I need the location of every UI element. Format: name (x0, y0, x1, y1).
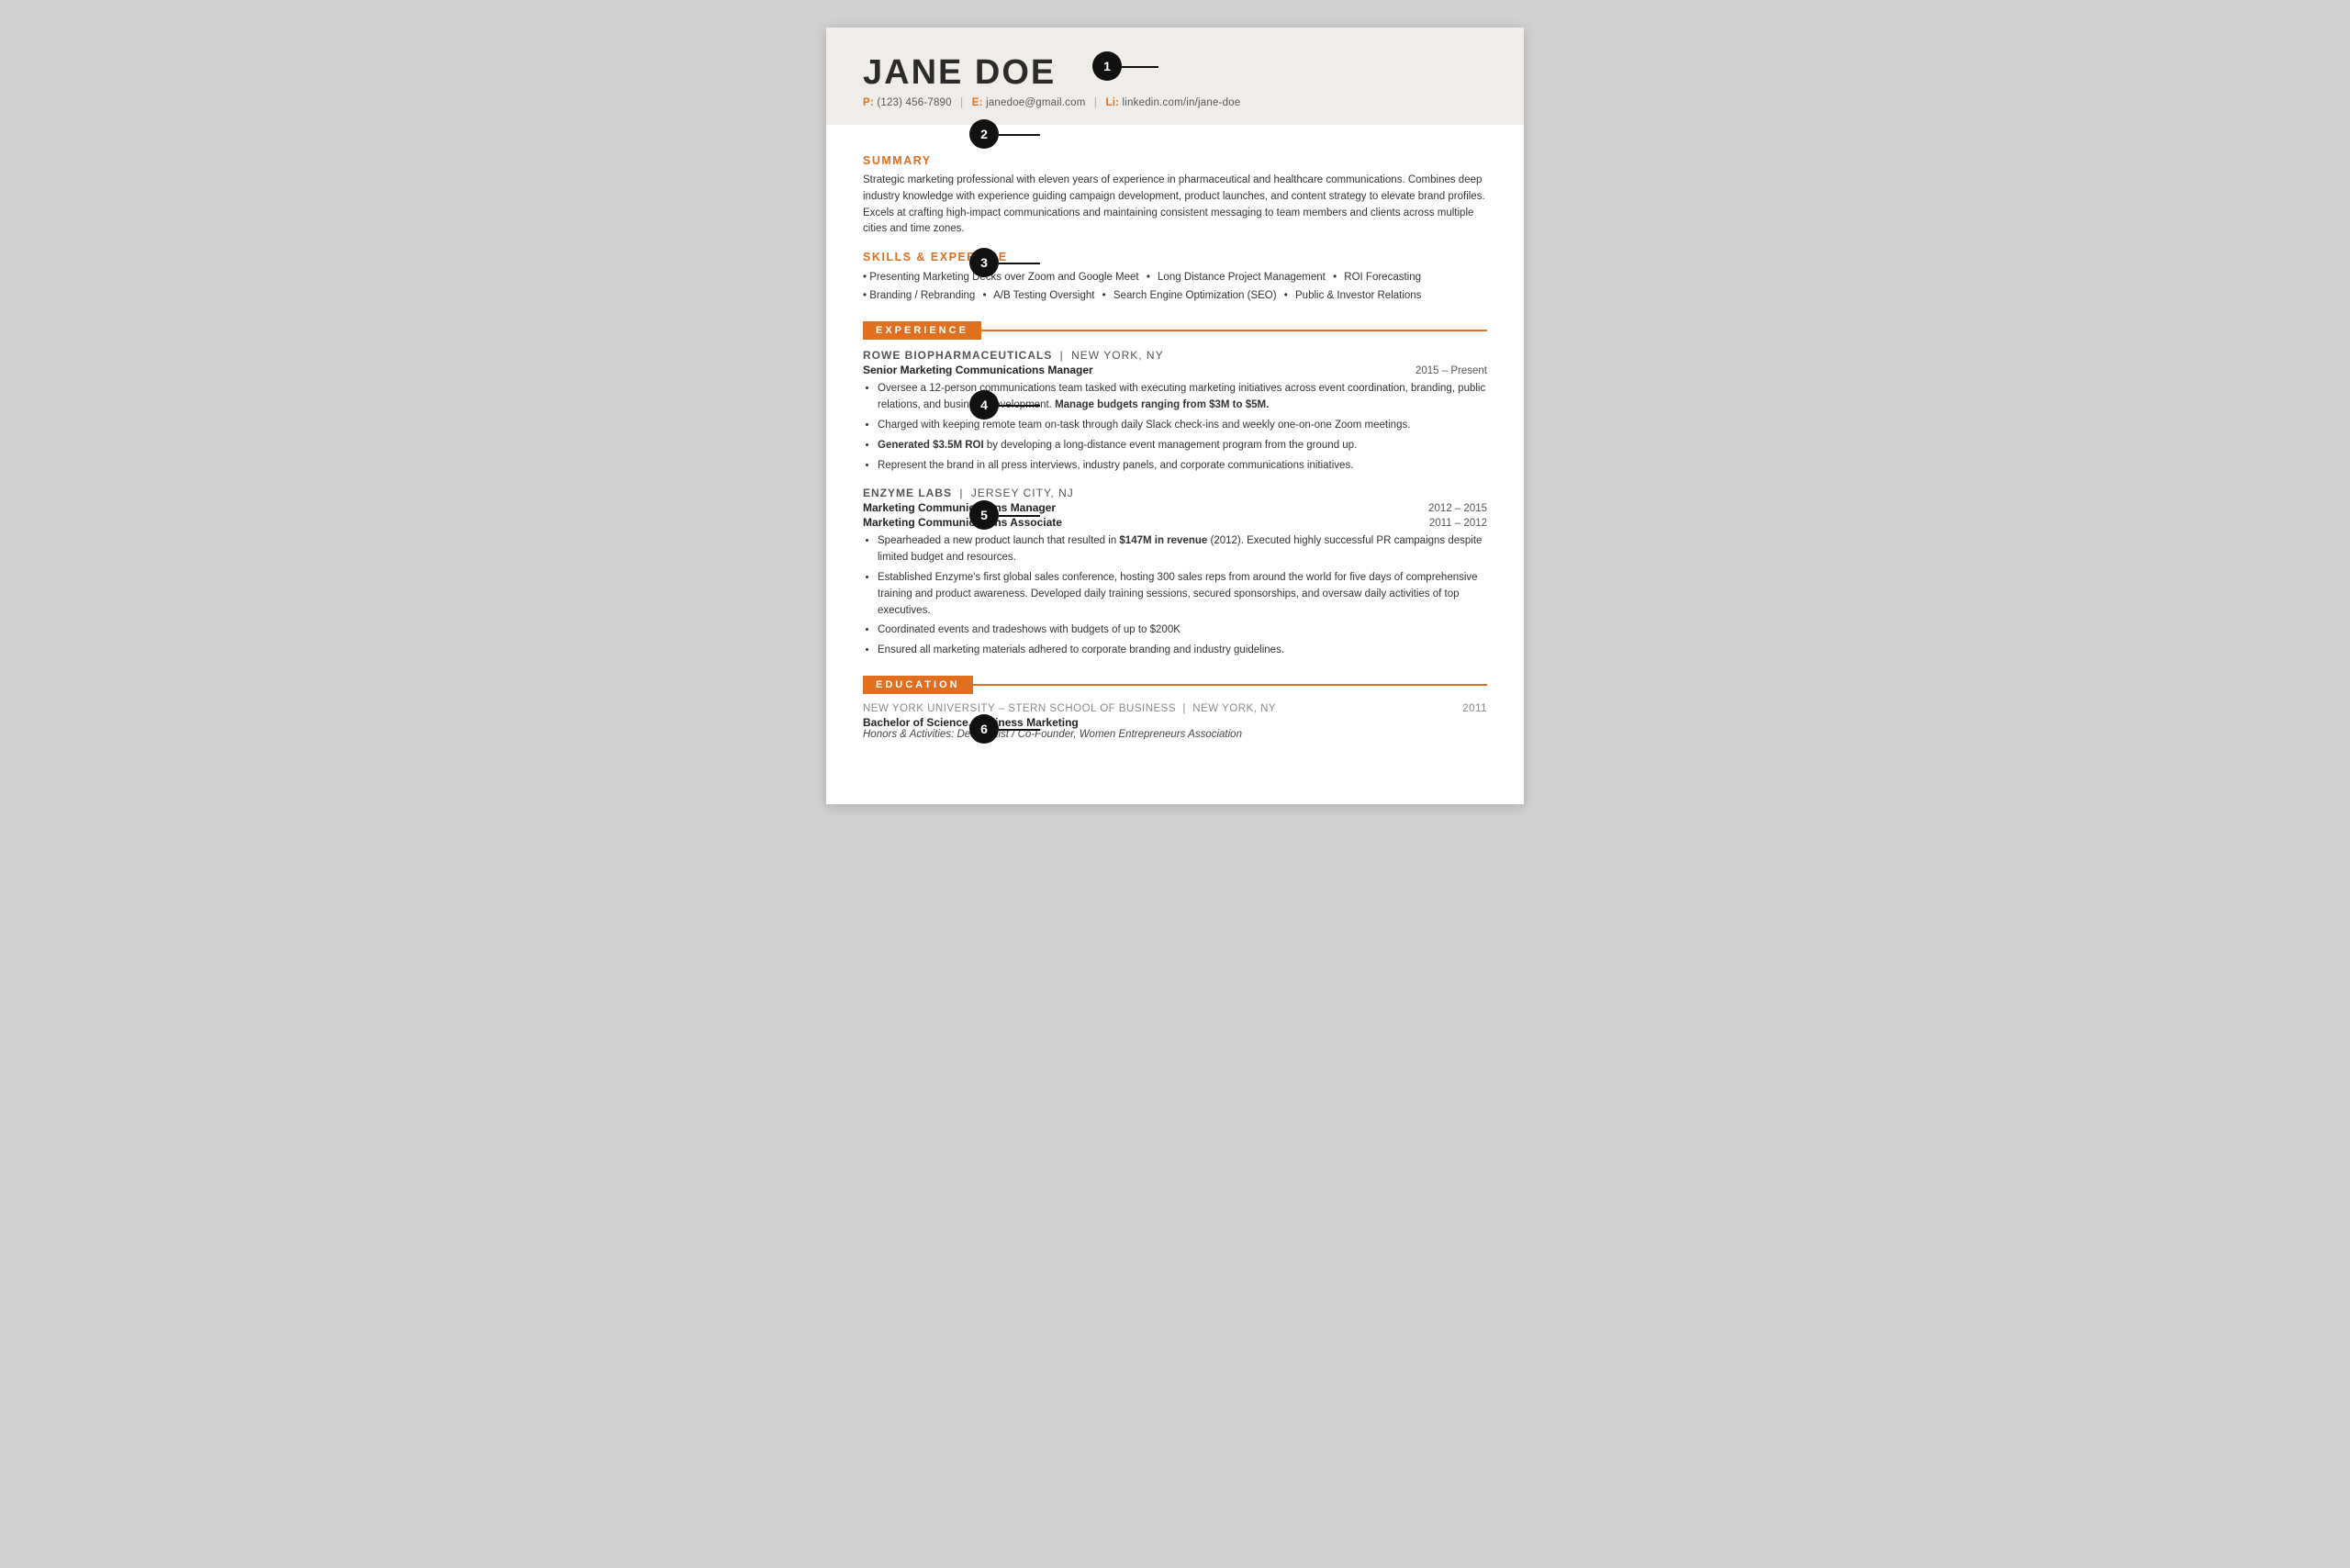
phone-value: (123) 456-7890 (877, 97, 951, 108)
annotation-1: 1 (1092, 51, 1122, 81)
bullets-job1: Oversee a 12-person communications team … (878, 381, 1487, 474)
edu-honors: Honors & Activities: Dean's List / Co-Fo… (863, 729, 1487, 740)
bullet-j2-1: Spearheaded a new product launch that re… (878, 533, 1487, 566)
role-row-2b: Marketing Communications Associate 2011 … (863, 516, 1487, 529)
company-1: ROWE BIOPHARMACEUTICALS | New York, NY (863, 349, 1487, 362)
ann2-line (999, 134, 1040, 136)
bullet-j1-2: Charged with keeping remote team on-task… (878, 418, 1487, 434)
role-row-2a: Marketing Communications Manager 2012 – … (863, 501, 1487, 514)
ann4-line (999, 405, 1040, 407)
experience-heading: EXPERIENCE (863, 321, 981, 340)
email-value: janedoe@gmail.com (986, 97, 1085, 108)
resume-header: JANE DOE P: (123) 456-7890 | E: janedoe@… (826, 28, 1524, 125)
summary-heading: SUMMARY (863, 154, 1487, 167)
bullet-j1-4: Represent the brand in all press intervi… (878, 458, 1487, 475)
education-bar: EDUCATION (863, 676, 1487, 694)
edu-year: 2011 (1462, 703, 1487, 714)
role-row-1: Senior Marketing Communications Manager … (863, 364, 1487, 376)
ann3-line (999, 263, 1040, 264)
education-bar-line (973, 684, 1487, 686)
education-heading: EDUCATION (863, 676, 973, 694)
skills-heading: SKILLS & EXPERTISE (863, 251, 1487, 263)
annotation-4: 4 (969, 390, 999, 420)
bullet-j1-3: Generated $3.5M ROI by developing a long… (878, 438, 1487, 454)
edu-school-row: NEW YORK UNIVERSITY – STERN SCHOOL OF BU… (863, 703, 1487, 714)
edu-degree: Bachelor of Science, Business Marketing (863, 716, 1487, 729)
ann1-line (1122, 66, 1158, 68)
bottom-spacer (863, 740, 1487, 777)
role-dates-2a: 2012 – 2015 (1428, 503, 1487, 514)
company-2: ENZYME LABS | Jersey City, NJ (863, 487, 1487, 499)
linkedin-value: linkedin.com/in/jane-doe (1123, 97, 1241, 108)
role-title-2b: Marketing Communications Associate (863, 516, 1062, 529)
annotation-2: 2 (969, 119, 999, 149)
page-wrapper: 1 2 3 4 5 6 JANE DOE P: (123) 456-7890 |… (826, 28, 1524, 804)
resume-contact: P: (123) 456-7890 | E: janedoe@gmail.com… (863, 97, 1487, 108)
resume-body: SUMMARY Strategic marketing professional… (826, 125, 1524, 804)
role-dates-1: 2015 – Present (1416, 365, 1487, 376)
skills-line1: • Presenting Marketing Decks over Zoom a… (863, 269, 1487, 287)
linkedin-label: Li: (1105, 97, 1119, 108)
ann5-line (999, 515, 1040, 517)
role-title-1: Senior Marketing Communications Manager (863, 364, 1093, 376)
ann6-line (999, 729, 1040, 731)
experience-bar: EXPERIENCE (863, 321, 1487, 340)
bullets-job2: Spearheaded a new product launch that re… (878, 533, 1487, 659)
annotation-6: 6 (969, 714, 999, 744)
phone-label: P: (863, 97, 874, 108)
email-label: E: (972, 97, 983, 108)
bullet-j2-3: Coordinated events and tradeshows with b… (878, 622, 1487, 639)
edu-school-name: NEW YORK UNIVERSITY – STERN SCHOOL OF BU… (863, 703, 1276, 714)
skills-line2: • Branding / Rebranding • A/B Testing Ov… (863, 287, 1487, 306)
bullet-j1-1: Oversee a 12-person communications team … (878, 381, 1487, 414)
skill-bullet-1: • (863, 272, 867, 283)
annotation-3: 3 (969, 248, 999, 277)
experience-bar-line (981, 330, 1487, 331)
bullet-j2-2: Established Enzyme's first global sales … (878, 570, 1487, 619)
annotation-5: 5 (969, 500, 999, 530)
resume-name: JANE DOE (863, 53, 1487, 93)
skill-bullet-2: • (863, 290, 867, 301)
role-title-2a: Marketing Communications Manager (863, 501, 1056, 514)
summary-text: Strategic marketing professional with el… (863, 173, 1487, 238)
bullet-j2-4: Ensured all marketing materials adhered … (878, 643, 1487, 659)
role-dates-2b: 2011 – 2012 (1429, 518, 1487, 529)
resume-paper: JANE DOE P: (123) 456-7890 | E: janedoe@… (826, 28, 1524, 804)
